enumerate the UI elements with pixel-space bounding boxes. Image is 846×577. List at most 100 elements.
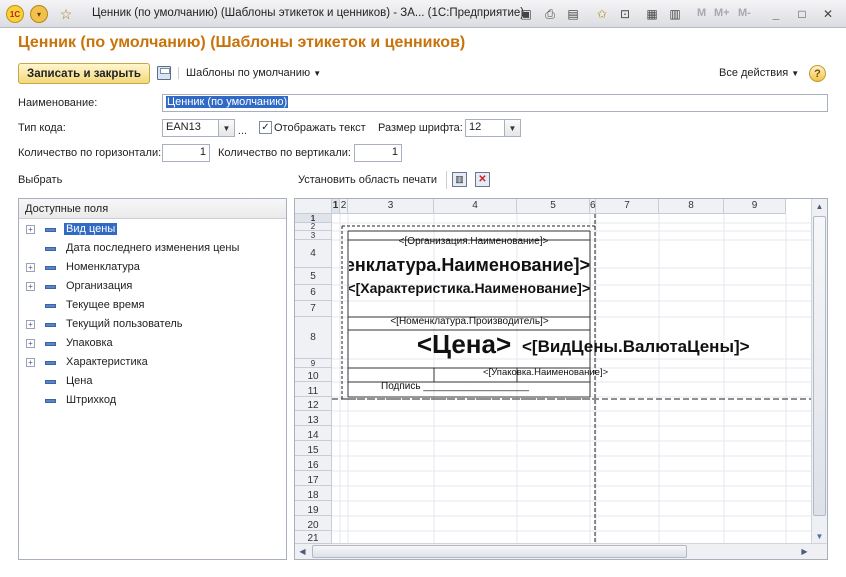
horizontal-scrollbar[interactable]: ◀ ▶: [295, 543, 827, 559]
column-header[interactable]: 4: [434, 199, 517, 214]
expand-icon[interactable]: +: [26, 358, 35, 367]
tree-item[interactable]: + Характеристика: [19, 353, 286, 372]
tree-item[interactable]: Текущее время: [19, 296, 286, 315]
row-header[interactable]: 21: [295, 531, 332, 544]
name-input[interactable]: Ценник (по умолчанию): [162, 94, 828, 112]
column-header[interactable]: 5: [517, 199, 590, 214]
help-button[interactable]: ?: [809, 65, 826, 82]
expand-icon[interactable]: +: [26, 263, 35, 272]
column-header[interactable]: 3: [348, 199, 434, 214]
row-header[interactable]: 2: [295, 223, 332, 231]
row-header[interactable]: 6: [295, 285, 332, 301]
close-button[interactable]: ✕: [818, 4, 838, 24]
scroll-up-arrow-icon[interactable]: ▲: [812, 199, 827, 214]
sheet-corner[interactable]: [295, 199, 332, 214]
tree-item-label: Цена: [66, 375, 93, 387]
expand-icon[interactable]: +: [26, 225, 35, 234]
tree-item[interactable]: + Организация: [19, 277, 286, 296]
tree-item[interactable]: Штрихкод: [19, 391, 286, 410]
code-type-select[interactable]: EAN13: [162, 119, 219, 137]
set-print-area-button[interactable]: Установить область печати: [298, 174, 437, 186]
code-type-choose-button[interactable]: ...: [235, 119, 250, 137]
template-spreadsheet[interactable]: <[Организация.Наименование]> <[Номенклат…: [294, 198, 828, 560]
cell-characteristic-name[interactable]: <[Характеристика.Наименование]>: [349, 280, 590, 296]
row-header[interactable]: 20: [295, 516, 332, 531]
cell-producer[interactable]: <[Номенклатура.Производитель]>: [349, 316, 590, 327]
tree-item[interactable]: + Номенклатура: [19, 258, 286, 277]
calendar-icon[interactable]: ▥: [665, 4, 685, 24]
spreadsheet-canvas: [332, 214, 816, 545]
font-size-select[interactable]: 12: [465, 119, 505, 137]
tree-item[interactable]: Дата последнего изменения цены: [19, 239, 286, 258]
chevron-down-icon[interactable]: ▼: [219, 119, 235, 137]
cell-price[interactable]: <Цена>: [413, 329, 515, 360]
field-icon: [45, 285, 56, 289]
tree-item[interactable]: Цена: [19, 372, 286, 391]
row-header[interactable]: 4: [295, 240, 332, 268]
calculator-icon[interactable]: ▦: [642, 4, 662, 24]
row-header[interactable]: 7: [295, 301, 332, 317]
row-header[interactable]: 9: [295, 359, 332, 368]
vertical-scrollbar[interactable]: ▲ ▼: [811, 199, 827, 544]
cell-package[interactable]: <[Упаковка.Наименование]>: [483, 367, 623, 378]
cell-signature[interactable]: Подпись ___________________: [381, 381, 581, 392]
barcode-insert-icon[interactable]: ▥: [452, 172, 467, 187]
templates-menu-button[interactable]: Шаблоны по умолчанию ▼: [178, 67, 321, 79]
chevron-down-icon: ▼: [313, 69, 322, 78]
save-and-close-button[interactable]: Записать и закрыть: [18, 63, 150, 84]
expand-icon[interactable]: +: [26, 320, 35, 329]
horiz-count-input[interactable]: 1: [162, 144, 210, 162]
expand-icon[interactable]: +: [26, 282, 35, 291]
tree-item[interactable]: + Упаковка: [19, 334, 286, 353]
cell-nomenclature-name[interactable]: <[Номенклатура.Наименование]>: [349, 255, 590, 276]
maximize-button[interactable]: □: [792, 4, 812, 24]
vertical-scroll-thumb[interactable]: [813, 216, 826, 516]
column-header[interactable]: 9: [724, 199, 786, 214]
row-header[interactable]: 18: [295, 486, 332, 501]
app-logo-icon[interactable]: 1С: [6, 5, 24, 23]
horizontal-scroll-thumb[interactable]: [312, 545, 687, 558]
row-header[interactable]: 14: [295, 426, 332, 441]
memory-minus-button[interactable]: M-: [738, 7, 751, 19]
scroll-down-arrow-icon[interactable]: ▼: [812, 529, 827, 544]
preview-icon[interactable]: ▤: [563, 4, 583, 24]
column-header[interactable]: 7: [596, 199, 659, 214]
show-text-checkbox[interactable]: ✓: [259, 121, 272, 134]
tree-item[interactable]: + Вид цены: [19, 220, 286, 239]
scroll-left-arrow-icon[interactable]: ◀: [295, 544, 310, 559]
row-header[interactable]: 5: [295, 268, 332, 285]
save-icon[interactable]: [157, 66, 171, 80]
bookmark-icon[interactable]: ⊡: [615, 4, 635, 24]
minimize-button[interactable]: _: [766, 4, 786, 24]
print-icon[interactable]: ⎙: [540, 4, 560, 24]
row-header[interactable]: 15: [295, 441, 332, 456]
favorite-star-icon[interactable]: ☆: [57, 5, 75, 23]
column-header[interactable]: 8: [659, 199, 724, 214]
memory-plus-button[interactable]: M+: [714, 7, 730, 19]
row-header[interactable]: 11: [295, 382, 332, 397]
row-header[interactable]: 17: [295, 471, 332, 486]
row-header[interactable]: 13: [295, 411, 332, 426]
tree-item[interactable]: + Текущий пользователь: [19, 315, 286, 334]
column-header[interactable]: 1: [332, 199, 340, 214]
row-header[interactable]: 12: [295, 397, 332, 411]
expand-icon[interactable]: +: [26, 339, 35, 348]
barcode-delete-icon[interactable]: ✕: [475, 172, 490, 187]
chevron-down-icon[interactable]: ▼: [505, 119, 521, 137]
column-header[interactable]: 2: [340, 199, 348, 214]
cell-org-name[interactable]: <[Организация.Наименование]>: [357, 236, 590, 247]
tree-item-label: Упаковка: [66, 337, 113, 349]
scroll-right-arrow-icon[interactable]: ▶: [797, 544, 812, 559]
row-header[interactable]: 10: [295, 368, 332, 382]
memory-m-button[interactable]: M: [697, 7, 706, 19]
row-header[interactable]: 8: [295, 317, 332, 359]
row-header[interactable]: 16: [295, 456, 332, 471]
row-header[interactable]: 19: [295, 501, 332, 516]
cell-price-currency[interactable]: <[ВидЦены.ВалютаЦены]>: [522, 337, 787, 357]
row-header[interactable]: 3: [295, 231, 332, 240]
main-menu-icon[interactable]: ▾: [30, 5, 48, 23]
add-favorite-icon[interactable]: ✩: [592, 4, 612, 24]
save-doc-icon[interactable]: ▣: [516, 4, 536, 24]
vert-count-input[interactable]: 1: [354, 144, 402, 162]
all-actions-button[interactable]: Все действия ▼: [719, 67, 799, 79]
